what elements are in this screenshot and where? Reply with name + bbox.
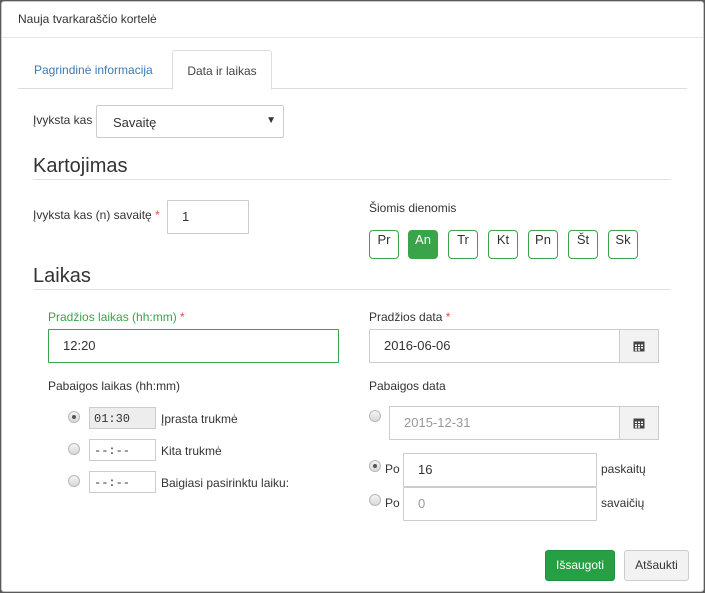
calendar-icon: [633, 341, 645, 352]
new-schedule-dialog: Nauja tvarkaraščio kortelė Pagrindinė in…: [1, 1, 704, 592]
end-time-radio-default[interactable]: [68, 411, 80, 423]
start-date-calendar-button[interactable]: [619, 329, 659, 363]
after-weeks-radio[interactable]: [369, 494, 381, 506]
after-weeks-prefix: Po: [385, 496, 400, 510]
weekday-toggle-0[interactable]: Pr: [369, 230, 399, 259]
weekday-toggle-1[interactable]: An: [408, 230, 438, 259]
after-occurrences-prefix: Po: [385, 462, 400, 476]
tab-bar: Pagrindinė informacija Data ir laikas: [18, 50, 687, 90]
after-weeks-input[interactable]: 0: [403, 487, 597, 521]
save-button[interactable]: Išsaugoti: [545, 550, 615, 581]
after-occurrences-input[interactable]: 16: [403, 453, 597, 487]
custom-end-time-input[interactable]: --:--: [89, 471, 156, 493]
after-occurrences-radio[interactable]: [369, 460, 381, 472]
start-time-label: Pradžios laikas (hh:mm) *: [48, 310, 185, 324]
after-occurrences-unit: paskaitų: [601, 462, 646, 476]
every-n-weeks-input[interactable]: 1: [167, 200, 249, 234]
end-date-input[interactable]: 2015-12-31: [389, 406, 620, 440]
occurs-select[interactable]: Savaitę ▼: [96, 105, 284, 138]
calendar-icon: [633, 418, 645, 429]
divider: [33, 289, 671, 290]
end-time-label: Pabaigos laikas (hh:mm): [48, 379, 181, 393]
custom-end-time-label: Baigiasi pasirinktu laiku:: [161, 476, 290, 490]
default-duration-label: Įprasta trukmė: [161, 412, 238, 426]
weekday-toggle-4[interactable]: Pn: [528, 230, 558, 259]
every-n-weeks-label: Įvyksta kas (n) savaitę *: [33, 208, 160, 222]
weekday-toggle-5[interactable]: Št: [568, 230, 598, 259]
end-date-calendar-button[interactable]: [619, 406, 659, 440]
tab-date-time[interactable]: Data ir laikas: [172, 50, 272, 90]
dialog-title: Nauja tvarkaraščio kortelė: [2, 2, 703, 38]
end-time-radio-custom[interactable]: [68, 475, 80, 487]
caret-down-icon: ▼: [266, 115, 276, 126]
after-weeks-unit: savaičių: [601, 496, 645, 510]
start-date-label: Pradžios data *: [369, 310, 451, 324]
start-time-input[interactable]: 12:20: [48, 329, 339, 363]
end-time-radio-other[interactable]: [68, 443, 80, 455]
occurs-select-value: Savaitę: [113, 115, 157, 130]
divider: [33, 179, 671, 180]
end-date-label: Pabaigos data: [369, 379, 446, 393]
default-duration-input: 01:30: [89, 407, 156, 429]
other-duration-input[interactable]: --:--: [89, 439, 156, 461]
weekday-toggle-3[interactable]: Kt: [488, 230, 518, 259]
other-duration-label: Kita trukmė: [161, 444, 222, 458]
tab-basic-info[interactable]: Pagrindinė informacija: [20, 50, 167, 90]
repeat-section-title: Kartojimas: [33, 155, 128, 177]
days-label: Šiomis dienomis: [369, 201, 457, 215]
weekday-toggle-2[interactable]: Tr: [448, 230, 478, 259]
cancel-button[interactable]: Atšaukti: [624, 550, 689, 581]
weekday-toggle-6[interactable]: Sk: [608, 230, 638, 259]
end-date-radio[interactable]: [369, 410, 381, 422]
occurs-label: Įvyksta kas: [33, 113, 93, 127]
time-section-title: Laikas: [33, 265, 91, 287]
start-date-input[interactable]: 2016-06-06: [369, 329, 620, 363]
